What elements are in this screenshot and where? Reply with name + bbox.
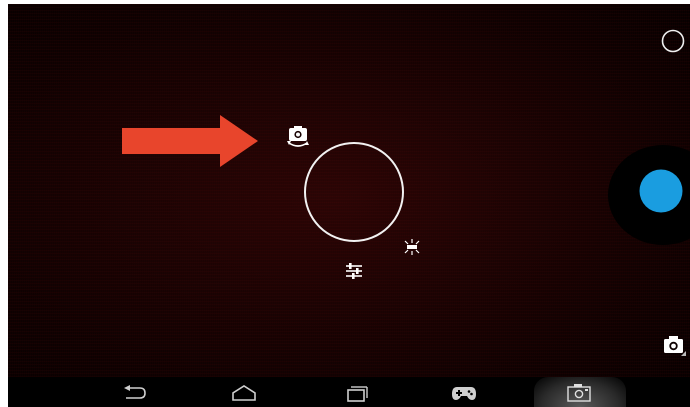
recent-apps-icon[interactable] [342,383,370,403]
back-icon[interactable] [120,384,148,402]
screenshot-icon[interactable] [564,382,594,404]
home-icon[interactable] [230,383,258,403]
camera-screen [0,0,690,407]
shutter-button[interactable] [638,168,684,214]
system-navigation-bar [8,377,690,407]
last-photo-camera-icon[interactable] [662,333,688,357]
settings-sliders-icon[interactable] [343,260,365,282]
focus-ring-icon[interactable] [302,140,406,244]
gamepad-icon[interactable] [450,383,478,403]
mode-circle-icon[interactable] [660,28,686,54]
red-arrow-annotation [122,115,258,167]
flash-icon[interactable] [400,237,424,257]
